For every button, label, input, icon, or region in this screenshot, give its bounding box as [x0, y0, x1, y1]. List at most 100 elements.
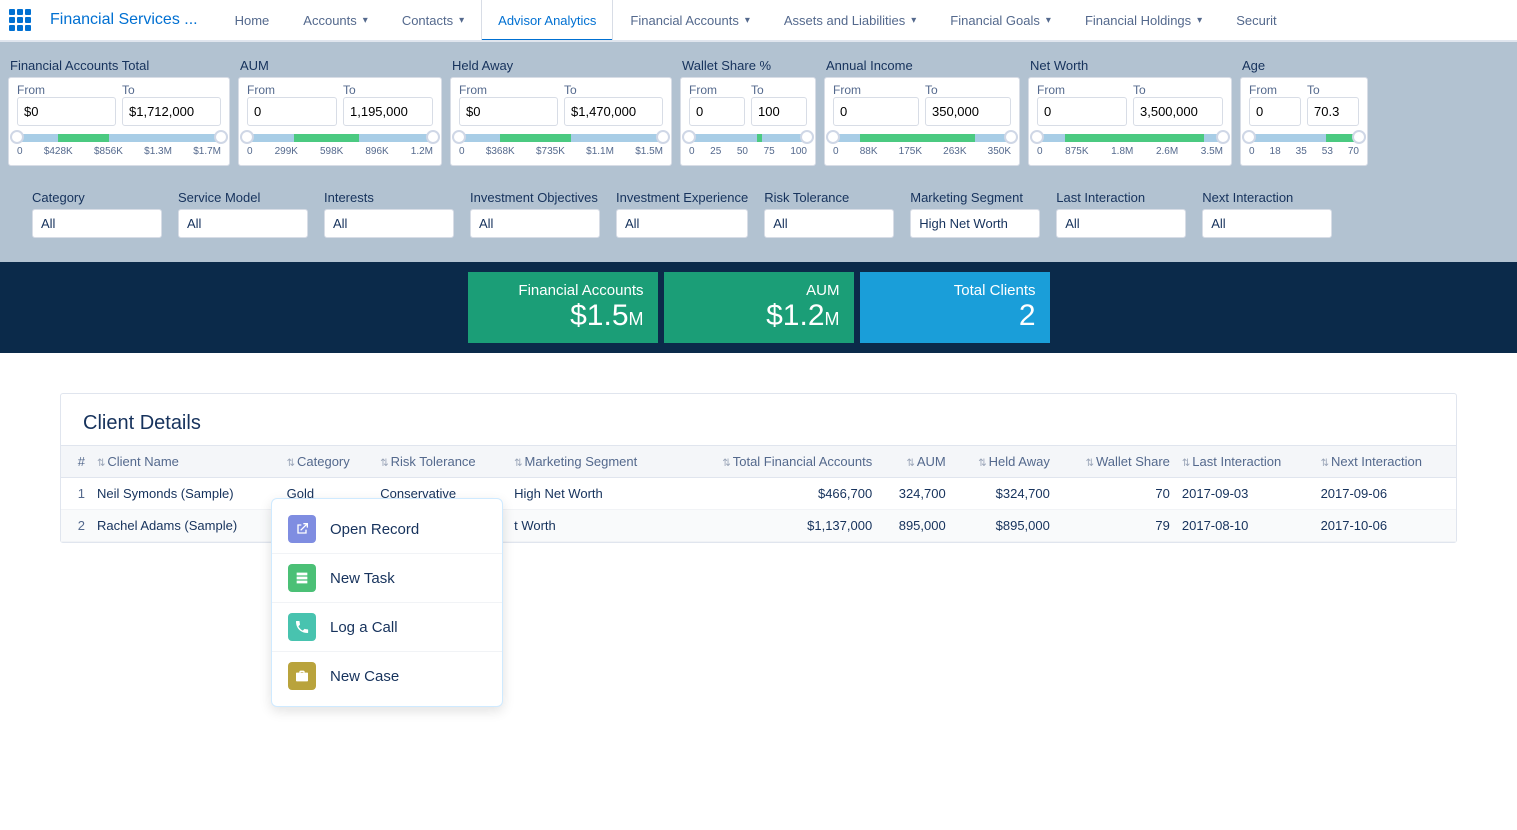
filter-category: Category All	[32, 190, 162, 238]
nav-tab-contacts[interactable]: Contacts▾	[385, 0, 481, 40]
slider-handle-max[interactable]	[426, 130, 440, 144]
to-input[interactable]	[564, 97, 663, 126]
slider-handle-max[interactable]	[1004, 130, 1018, 144]
sort-icon[interactable]: ⇅	[978, 458, 986, 469]
kpi-aum[interactable]: AUM$1.2M	[664, 272, 854, 343]
slider-handle-min[interactable]	[826, 130, 840, 144]
cell-aum: 895,000	[878, 510, 952, 542]
tick-label: 35	[1296, 146, 1307, 157]
range-slider[interactable]	[1037, 134, 1223, 142]
chevron-down-icon[interactable]: ▾	[745, 15, 750, 26]
column-held-away[interactable]: ⇅Held Away	[952, 446, 1056, 478]
sort-icon[interactable]: ⇅	[1086, 458, 1094, 469]
range-card: FromTo0299K598K896K1.2M	[238, 77, 442, 166]
column-marketing-segment[interactable]: ⇅Marketing Segment	[508, 446, 676, 478]
sort-icon[interactable]: ⇅	[1182, 458, 1190, 469]
chevron-down-icon[interactable]: ▾	[1046, 15, 1051, 26]
column-aum[interactable]: ⇅AUM	[878, 446, 952, 478]
context-menu-new-task[interactable]: New Task	[272, 553, 502, 602]
range-title: AUM	[240, 58, 442, 73]
sort-icon[interactable]: ⇅	[514, 458, 522, 469]
filter-select[interactable]: All	[324, 209, 454, 238]
top-nav: Financial Services ... HomeAccounts▾Cont…	[0, 0, 1517, 42]
slider-handle-max[interactable]	[656, 130, 670, 144]
slider-handle-max[interactable]	[1352, 130, 1366, 144]
chevron-down-icon[interactable]: ▾	[363, 15, 368, 26]
from-input[interactable]	[1249, 97, 1301, 126]
range-slider[interactable]	[689, 134, 807, 142]
filter-select[interactable]: All	[764, 209, 894, 238]
from-input[interactable]	[17, 97, 116, 126]
nav-tab-accounts[interactable]: Accounts▾	[286, 0, 385, 40]
slider-handle-min[interactable]	[240, 130, 254, 144]
nav-tab-financial-goals[interactable]: Financial Goals▾	[933, 0, 1068, 40]
context-menu-new-case[interactable]: New Case	[272, 651, 502, 700]
slider-handle-max[interactable]	[1216, 130, 1230, 144]
from-input[interactable]	[1037, 97, 1127, 126]
sort-icon[interactable]: ⇅	[1321, 458, 1329, 469]
to-input[interactable]	[751, 97, 807, 126]
column-risk-tolerance[interactable]: ⇅Risk Tolerance	[374, 446, 508, 478]
slider-handle-min[interactable]	[1030, 130, 1044, 144]
filter-select[interactable]: All	[616, 209, 748, 238]
to-input[interactable]	[925, 97, 1011, 126]
sort-icon[interactable]: ⇅	[287, 458, 295, 469]
slider-handle-min[interactable]	[1242, 130, 1256, 144]
nav-tab-securit[interactable]: Securit	[1219, 0, 1293, 40]
cell-name: Neil Symonds (Sample)	[91, 478, 281, 510]
slider-handle-max[interactable]	[800, 130, 814, 144]
filter-select[interactable]: All	[470, 209, 600, 238]
filter-select[interactable]: All	[178, 209, 308, 238]
nav-tab-financial-accounts[interactable]: Financial Accounts▾	[613, 0, 766, 40]
from-input[interactable]	[459, 97, 558, 126]
slider-handle-min[interactable]	[10, 130, 24, 144]
range-slider[interactable]	[833, 134, 1011, 142]
sort-icon[interactable]: ⇅	[906, 458, 914, 469]
filter-label: Category	[32, 190, 162, 205]
to-input[interactable]	[1307, 97, 1359, 126]
sort-icon[interactable]: ⇅	[97, 458, 105, 469]
app-launcher-button[interactable]	[0, 9, 40, 31]
kpi-total-clients[interactable]: Total Clients2	[860, 272, 1050, 343]
filter-select[interactable]: All	[1056, 209, 1186, 238]
from-input[interactable]	[689, 97, 745, 126]
kpi-financial-accounts[interactable]: Financial Accounts$1.5M	[468, 272, 658, 343]
nav-tab-advisor-analytics[interactable]: Advisor Analytics	[481, 0, 613, 40]
range-slider[interactable]	[1249, 134, 1359, 142]
column-client-name[interactable]: ⇅Client Name	[91, 446, 281, 478]
tick-label: 1.8M	[1111, 146, 1133, 157]
to-input[interactable]	[1133, 97, 1223, 126]
column-last-interaction[interactable]: ⇅Last Interaction	[1176, 446, 1315, 478]
to-input[interactable]	[343, 97, 433, 126]
nav-tab-assets-and-liabilities[interactable]: Assets and Liabilities▾	[767, 0, 933, 40]
filter-select[interactable]: High Net Worth	[910, 209, 1040, 238]
nav-tab-home[interactable]: Home	[218, 0, 287, 40]
range-slider[interactable]	[247, 134, 433, 142]
column-category[interactable]: ⇅Category	[281, 446, 375, 478]
context-menu-log-a-call[interactable]: Log a Call	[272, 602, 502, 651]
column--[interactable]: #	[61, 446, 91, 478]
filter-select[interactable]: All	[1202, 209, 1332, 238]
from-input[interactable]	[833, 97, 919, 126]
slider-handle-min[interactable]	[682, 130, 696, 144]
column-wallet-share[interactable]: ⇅Wallet Share	[1056, 446, 1176, 478]
from-label: From	[689, 83, 717, 97]
column-total-financial-accounts[interactable]: ⇅Total Financial Accounts	[677, 446, 879, 478]
range-slider[interactable]	[459, 134, 663, 142]
column-label: Last Interaction	[1192, 454, 1281, 469]
from-input[interactable]	[247, 97, 337, 126]
chevron-down-icon[interactable]: ▾	[1197, 15, 1202, 26]
to-label: To	[1133, 83, 1146, 97]
filter-select[interactable]: All	[32, 209, 162, 238]
chevron-down-icon[interactable]: ▾	[459, 15, 464, 26]
to-input[interactable]	[122, 97, 221, 126]
slider-handle-max[interactable]	[214, 130, 228, 144]
sort-icon[interactable]: ⇅	[722, 458, 730, 469]
sort-icon[interactable]: ⇅	[380, 458, 388, 469]
column-next-interaction[interactable]: ⇅Next Interaction	[1315, 446, 1456, 478]
context-menu-open-record[interactable]: Open Record	[272, 505, 502, 553]
nav-tab-financial-holdings[interactable]: Financial Holdings▾	[1068, 0, 1219, 40]
slider-handle-min[interactable]	[452, 130, 466, 144]
chevron-down-icon[interactable]: ▾	[911, 15, 916, 26]
range-slider[interactable]	[17, 134, 221, 142]
